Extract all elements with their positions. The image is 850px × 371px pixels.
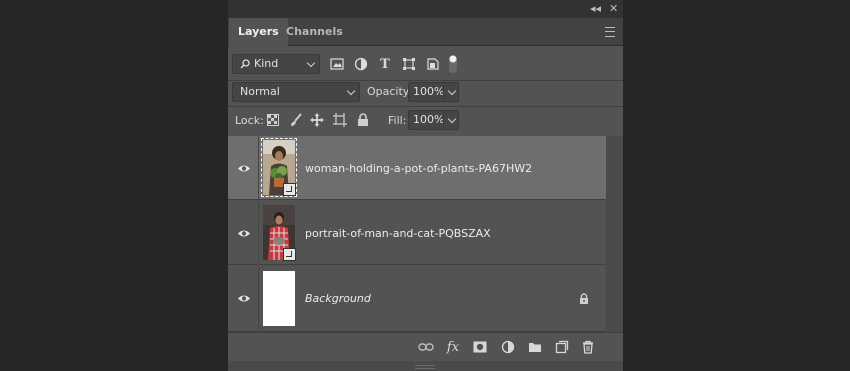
filter-toggle-icon[interactable] bbox=[448, 54, 458, 74]
divider bbox=[443, 85, 444, 99]
adjustment-filter-icon[interactable] bbox=[353, 56, 369, 72]
opacity-field[interactable]: 100% bbox=[408, 82, 459, 102]
panel-titlebar: ◂◂ ✕ bbox=[228, 0, 623, 18]
blend-mode-select[interactable]: Normal bbox=[232, 82, 360, 102]
layer-thumbnail[interactable] bbox=[263, 271, 295, 326]
delete-layer-icon[interactable] bbox=[580, 339, 596, 355]
lock-all-icon[interactable] bbox=[355, 112, 371, 128]
panel-menu-icon[interactable] bbox=[605, 27, 615, 37]
smart-object-badge-icon bbox=[283, 248, 296, 261]
smart-object-badge-icon bbox=[283, 183, 296, 196]
panel-tab-bar: Layers Channels bbox=[228, 18, 623, 46]
opacity-label: Opacity: bbox=[367, 85, 413, 98]
eye-icon[interactable] bbox=[237, 164, 251, 173]
panel-footer: fx bbox=[228, 332, 623, 361]
chevron-down-icon bbox=[447, 114, 457, 124]
resize-grip-icon[interactable] bbox=[415, 365, 435, 369]
filter-kind-select[interactable]: Kind bbox=[232, 54, 320, 74]
lock-label: Lock: bbox=[235, 114, 264, 127]
visibility-toggle[interactable] bbox=[228, 266, 259, 332]
lock-row: Lock: Fill: 100% bbox=[228, 110, 623, 130]
layer-name[interactable]: Background bbox=[305, 292, 371, 305]
layers-panel: ◂◂ ✕ Layers Channels Kind T Normal Opaci… bbox=[228, 0, 623, 371]
panel-resize-strip[interactable] bbox=[228, 361, 623, 371]
add-mask-icon[interactable] bbox=[472, 339, 488, 355]
image-filter-icon[interactable] bbox=[329, 56, 345, 72]
layer-name[interactable]: portrait-of-man-and-cat-PQBSZAX bbox=[305, 227, 491, 240]
blend-row: Normal Opacity: 100% bbox=[228, 82, 623, 102]
visibility-toggle[interactable] bbox=[228, 201, 259, 265]
prevent-auto-nesting-icon[interactable] bbox=[332, 112, 348, 128]
divider bbox=[228, 106, 623, 107]
tab-channels[interactable]: Channels bbox=[277, 18, 352, 45]
layer-thumbnail[interactable] bbox=[263, 205, 296, 261]
layers-scrollbar[interactable] bbox=[606, 136, 623, 332]
opacity-value: 100% bbox=[413, 85, 445, 98]
shape-filter-icon[interactable] bbox=[401, 56, 417, 72]
search-icon bbox=[240, 59, 250, 69]
chevron-down-icon bbox=[447, 86, 457, 96]
divider bbox=[443, 113, 444, 127]
fill-field[interactable]: 100% bbox=[408, 110, 459, 130]
fill-value: 100% bbox=[413, 113, 445, 126]
layer-name[interactable]: woman-holding-a-pot-of-plants-PA67HW2 bbox=[305, 162, 532, 175]
lock-image-pixels-icon[interactable] bbox=[288, 112, 304, 128]
filter-row: Kind T bbox=[228, 54, 623, 74]
layers-list: woman-holding-a-pot-of-plants-PA67HW2 po… bbox=[228, 136, 606, 332]
chevron-down-icon bbox=[346, 86, 356, 96]
collapse-panel-icon[interactable]: ◂◂ bbox=[590, 2, 601, 16]
lock-icon bbox=[580, 293, 588, 304]
new-group-icon[interactable] bbox=[527, 339, 543, 355]
smart-object-filter-icon[interactable] bbox=[425, 56, 441, 72]
visibility-toggle[interactable] bbox=[228, 136, 259, 200]
close-panel-icon[interactable]: ✕ bbox=[609, 2, 618, 16]
blend-mode-value: Normal bbox=[240, 85, 280, 98]
layer-thumbnail[interactable] bbox=[261, 138, 297, 197]
new-adjustment-layer-icon[interactable] bbox=[500, 339, 516, 355]
layer-row[interactable]: Background bbox=[228, 266, 606, 332]
chevron-down-icon bbox=[306, 58, 316, 68]
type-filter-icon[interactable]: T bbox=[377, 56, 393, 72]
fx-icon[interactable]: fx bbox=[445, 339, 461, 355]
layer-row[interactable]: woman-holding-a-pot-of-plants-PA67HW2 bbox=[228, 136, 606, 200]
layer-row[interactable]: portrait-of-man-and-cat-PQBSZAX bbox=[228, 201, 606, 265]
divider bbox=[228, 80, 623, 81]
eye-icon[interactable] bbox=[237, 229, 251, 238]
link-layers-icon[interactable] bbox=[418, 339, 434, 355]
lock-transparent-pixels-icon[interactable] bbox=[265, 112, 281, 128]
fill-label: Fill: bbox=[388, 114, 407, 127]
new-layer-icon[interactable] bbox=[554, 339, 570, 355]
filter-kind-label: Kind bbox=[254, 57, 279, 70]
lock-position-icon[interactable] bbox=[309, 112, 325, 128]
eye-icon[interactable] bbox=[237, 294, 251, 303]
